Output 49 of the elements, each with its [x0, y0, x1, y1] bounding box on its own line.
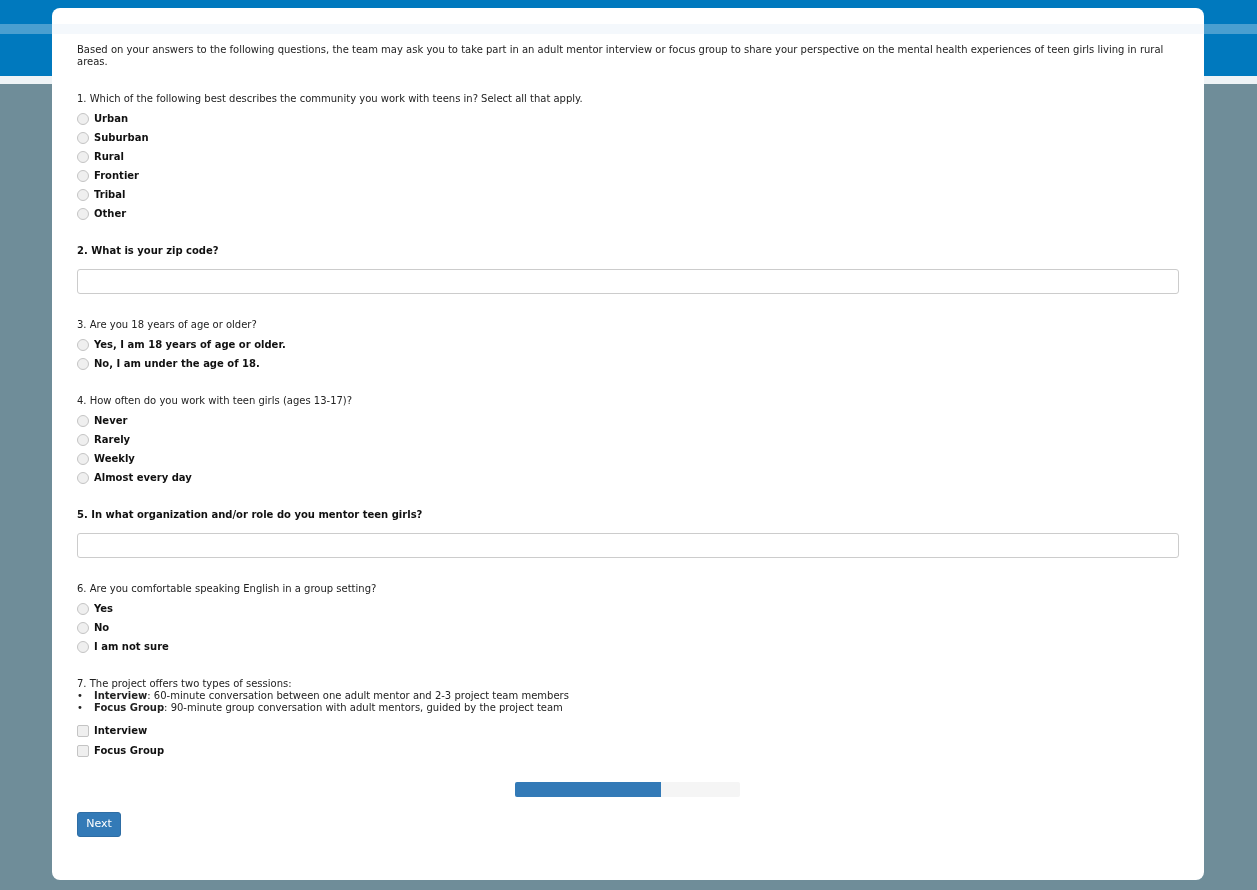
radio-button[interactable] [77, 602, 89, 615]
option-label[interactable]: Never [94, 414, 128, 427]
text-input-field[interactable] [77, 533, 1179, 558]
question-prompt: 1. Which of the following best describes the community you work with teens in? Select all that apply. [77, 93, 584, 105]
next-button[interactable]: Next [77, 812, 121, 837]
option-label[interactable]: Yes, I am 18 years of age or older. [94, 338, 286, 351]
radio-button[interactable] [77, 621, 89, 634]
option-label[interactable]: Focus Group [94, 744, 165, 757]
radio-button[interactable] [77, 471, 89, 484]
option-label[interactable]: Rarely [94, 433, 131, 446]
radio-button[interactable] [77, 640, 89, 653]
option-label[interactable]: I am not sure [94, 640, 169, 653]
question-prompt: 7. The project offers two types of sessions: [77, 678, 293, 690]
bullet-marker: • [77, 690, 84, 702]
radio-button[interactable] [77, 452, 89, 465]
radio-button[interactable] [77, 414, 89, 427]
option-label[interactable]: Frontier [94, 169, 140, 182]
checkbox[interactable] [77, 744, 89, 757]
text-input-field[interactable] [77, 269, 1179, 294]
radio-button[interactable] [77, 131, 89, 144]
radio-button[interactable] [77, 357, 89, 370]
option-label[interactable]: No [94, 621, 110, 634]
option-label[interactable]: Weekly [94, 452, 135, 465]
question-prompt: 3. Are you 18 years of age or older? [77, 319, 258, 331]
question-prompt: 2. What is your zip code? [77, 245, 220, 257]
option-label[interactable]: Other [94, 207, 127, 220]
question-prompt: 4. How often do you work with teen girls (ages 13-17)? [77, 395, 354, 407]
option-label[interactable]: Interview [94, 724, 148, 737]
radio-button[interactable] [77, 207, 89, 220]
radio-button[interactable] [77, 169, 89, 182]
radio-button[interactable] [77, 433, 89, 446]
intro-text: Based on your answers to the following questions, the team may ask you to take part in an adult mentor interview or focus group to share your perspective on the mental health experiences of teen girls living in rural areas. [77, 44, 1165, 68]
checkbox[interactable] [77, 724, 89, 737]
bullet-text: Focus Group: 90-minute group conversation with adult mentors, guided by the project team [94, 702, 563, 714]
radio-button[interactable] [77, 188, 89, 201]
option-label[interactable]: Tribal [94, 188, 126, 201]
question-prompt: 6. Are you comfortable speaking English in a group setting? [77, 583, 378, 595]
radio-button[interactable] [77, 112, 89, 125]
option-label[interactable]: Almost every day [94, 471, 192, 484]
option-label[interactable]: No, I am under the age of 18. [94, 357, 260, 370]
bullet-marker: • [77, 702, 84, 714]
bullet-text: Interview: 60-minute conversation between one adult mentor and 2-3 project team members [94, 690, 569, 702]
question-prompt: 5. In what organization and/or role do you mentor teen girls? [77, 509, 424, 521]
option-label[interactable]: Suburban [94, 131, 149, 144]
radio-button[interactable] [77, 150, 89, 163]
option-label[interactable]: Urban [94, 112, 129, 125]
option-label[interactable]: Yes [94, 602, 114, 615]
radio-button[interactable] [77, 338, 89, 351]
option-label[interactable]: Rural [94, 150, 124, 163]
